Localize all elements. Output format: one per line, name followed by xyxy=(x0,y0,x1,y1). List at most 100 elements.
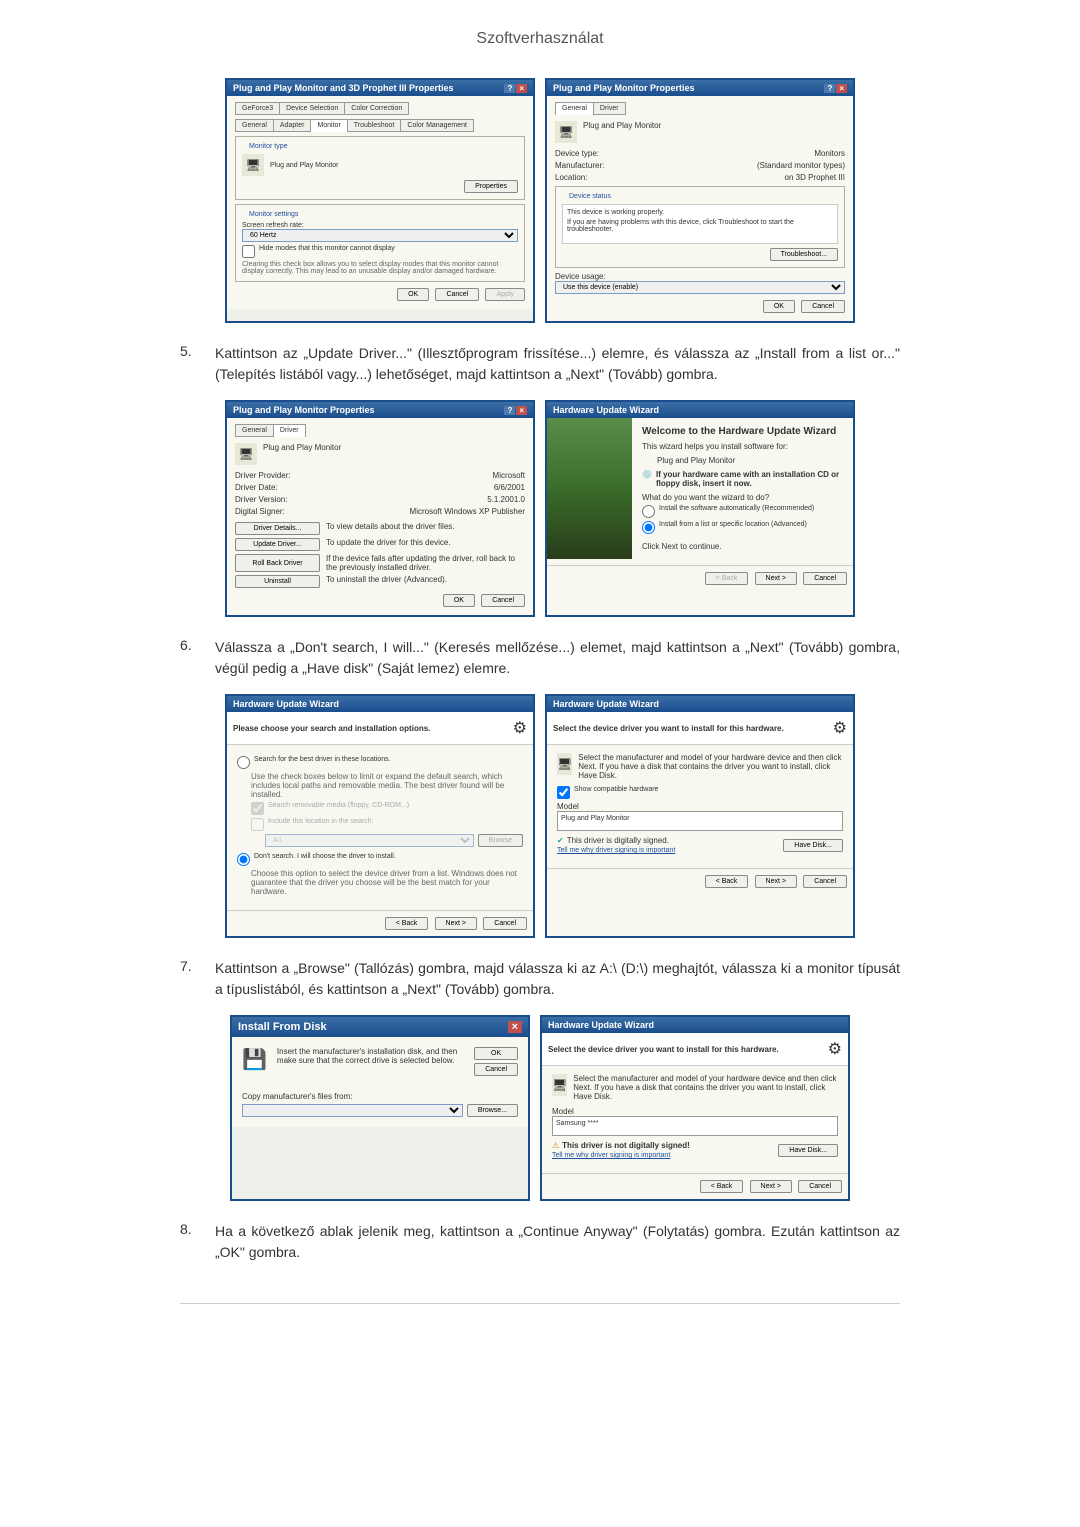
model-list[interactable]: Samsung **** xyxy=(552,1116,838,1136)
cancel-button[interactable]: Cancel xyxy=(803,875,847,888)
cancel-button[interactable]: Cancel xyxy=(435,288,479,301)
monitor-icon: 🖥 xyxy=(555,121,577,143)
tab-general[interactable]: General xyxy=(235,119,274,132)
next-button[interactable]: Next > xyxy=(755,875,797,888)
wizard-question: What do you want the wizard to do? xyxy=(642,493,843,502)
cancel-button[interactable]: Cancel xyxy=(481,594,525,607)
page-title: Szoftverhasználat xyxy=(0,0,1080,68)
location-select: A:\ xyxy=(265,834,474,847)
step-number: 6. xyxy=(180,637,215,679)
opt-list-radio[interactable] xyxy=(642,521,655,534)
help-icon[interactable]: ? xyxy=(824,84,835,93)
opt-search-radio[interactable] xyxy=(237,756,250,769)
model-label: Model xyxy=(552,1107,838,1116)
signing-link[interactable]: Tell me why driver signing is important xyxy=(552,1152,670,1159)
back-button[interactable]: < Back xyxy=(700,1180,744,1193)
tab-geforce[interactable]: GeForce3 xyxy=(235,102,280,115)
browse-button[interactable]: Browse... xyxy=(467,1104,518,1117)
tab-driver[interactable]: Driver xyxy=(273,424,306,437)
update-driver-text: To update the driver for this device. xyxy=(326,538,525,551)
back-button[interactable]: < Back xyxy=(705,572,749,585)
help-icon[interactable]: ? xyxy=(504,406,515,415)
monitor-icon: 🖥 xyxy=(242,154,264,176)
disk-icon: 💾 xyxy=(242,1047,267,1076)
apply-button[interactable]: Apply xyxy=(485,288,525,301)
cd-icon: 💿 xyxy=(642,470,652,488)
copy-from-select[interactable] xyxy=(242,1104,463,1117)
not-signed-text: This driver is not digitally signed! xyxy=(562,1141,690,1150)
close-icon[interactable]: × xyxy=(516,406,527,415)
signing-link[interactable]: Tell me why driver signing is important xyxy=(557,847,675,854)
hide-modes-checkbox[interactable] xyxy=(242,245,255,258)
tab-color-mgmt[interactable]: Color Management xyxy=(400,119,474,132)
back-button[interactable]: < Back xyxy=(705,875,749,888)
driver-details-button[interactable]: Driver Details... xyxy=(235,522,320,535)
compat-label: Show compatible hardware xyxy=(574,786,658,799)
troubleshoot-button[interactable]: Troubleshoot... xyxy=(770,248,838,261)
tab-device-sel[interactable]: Device Selection xyxy=(279,102,345,115)
device-usage-select[interactable]: Use this device (enable) xyxy=(555,281,845,294)
device-type: Monitors xyxy=(814,149,845,158)
opt-dontsearch-radio[interactable] xyxy=(237,853,250,866)
wizard-title: Hardware Update Wizard xyxy=(548,1020,654,1030)
browse-button: Browse xyxy=(478,834,523,847)
dialog-title: Plug and Play Monitor Properties xyxy=(233,405,375,415)
uninstall-button[interactable]: Uninstall xyxy=(235,575,320,588)
tab-general[interactable]: General xyxy=(555,102,594,115)
close-icon[interactable]: × xyxy=(836,84,847,93)
have-disk-button[interactable]: Have Disk... xyxy=(783,839,843,852)
tab-color-correction[interactable]: Color Correction xyxy=(344,102,409,115)
wizard-title: Hardware Update Wizard xyxy=(553,699,659,709)
search-media-label: Search removable media (floppy, CD-ROM..… xyxy=(268,802,409,815)
close-icon[interactable]: × xyxy=(516,84,527,93)
device-icon: ⚙ xyxy=(513,718,527,738)
cancel-button[interactable]: Cancel xyxy=(801,300,845,313)
ok-button[interactable]: OK xyxy=(474,1047,518,1060)
cancel-button[interactable]: Cancel xyxy=(803,572,847,585)
dialog-title: Plug and Play Monitor and 3D Prophet III… xyxy=(233,83,454,93)
device-type-label: Device type: xyxy=(555,149,599,158)
tab-adapter[interactable]: Adapter xyxy=(273,119,312,132)
hide-modes-label: Hide modes that this monitor cannot disp… xyxy=(259,245,395,258)
step-text: Ha a következő ablak jelenik meg, kattin… xyxy=(215,1221,900,1263)
close-icon[interactable]: × xyxy=(508,1021,522,1033)
opt-dontsearch-label: Don't search. I will choose the driver t… xyxy=(254,853,396,866)
install-from-disk-dialog: Install From Disk× 💾 Insert the manufact… xyxy=(230,1015,530,1201)
manufacturer: (Standard monitor types) xyxy=(757,161,845,170)
next-button[interactable]: Next > xyxy=(435,917,477,930)
wizard-title: Hardware Update Wizard xyxy=(553,405,659,415)
refresh-rate-select[interactable]: 60 Hertz xyxy=(242,229,518,242)
model-item[interactable]: Samsung **** xyxy=(556,1120,834,1127)
ok-button[interactable]: OK xyxy=(397,288,429,301)
next-button[interactable]: Next > xyxy=(755,572,797,585)
model-list[interactable]: Plug and Play Monitor xyxy=(557,811,843,831)
back-button[interactable]: < Back xyxy=(385,917,429,930)
wizard-heading: Please choose your search and installati… xyxy=(233,724,430,733)
cancel-button[interactable]: Cancel xyxy=(483,917,527,930)
cancel-button[interactable]: Cancel xyxy=(474,1063,518,1076)
ok-button[interactable]: OK xyxy=(763,300,795,313)
step-text: Kattintson a „Browse" (Tallózás) gombra,… xyxy=(215,958,900,1000)
have-disk-button[interactable]: Have Disk... xyxy=(778,1144,838,1157)
ok-button[interactable]: OK xyxy=(443,594,475,607)
tab-monitor[interactable]: Monitor xyxy=(310,119,347,132)
hardware-update-wizard-select-model: Hardware Update Wizard Select the device… xyxy=(540,1015,850,1201)
cd-hint: If your hardware came with an installati… xyxy=(656,470,843,488)
dialog-title: Install From Disk xyxy=(238,1021,327,1033)
search-media-checkbox xyxy=(251,802,264,815)
help-icon[interactable]: ? xyxy=(504,84,515,93)
next-button[interactable]: Next > xyxy=(750,1180,792,1193)
model-item[interactable]: Plug and Play Monitor xyxy=(561,815,839,822)
tab-troubleshoot[interactable]: Troubleshoot xyxy=(347,119,402,132)
cancel-button[interactable]: Cancel xyxy=(798,1180,842,1193)
dialog-title: Plug and Play Monitor Properties xyxy=(553,83,695,93)
rollback-button[interactable]: Roll Back Driver xyxy=(235,554,320,572)
tab-driver[interactable]: Driver xyxy=(593,102,626,115)
properties-button[interactable]: Properties xyxy=(464,180,518,193)
select-desc: Select the manufacturer and model of you… xyxy=(573,1074,838,1101)
compat-checkbox[interactable] xyxy=(557,786,570,799)
tab-general[interactable]: General xyxy=(235,424,274,437)
update-driver-button[interactable]: Update Driver... xyxy=(235,538,320,551)
opt-auto-radio[interactable] xyxy=(642,505,655,518)
hardware-update-wizard-welcome: Hardware Update Wizard Welcome to the Ha… xyxy=(545,400,855,617)
